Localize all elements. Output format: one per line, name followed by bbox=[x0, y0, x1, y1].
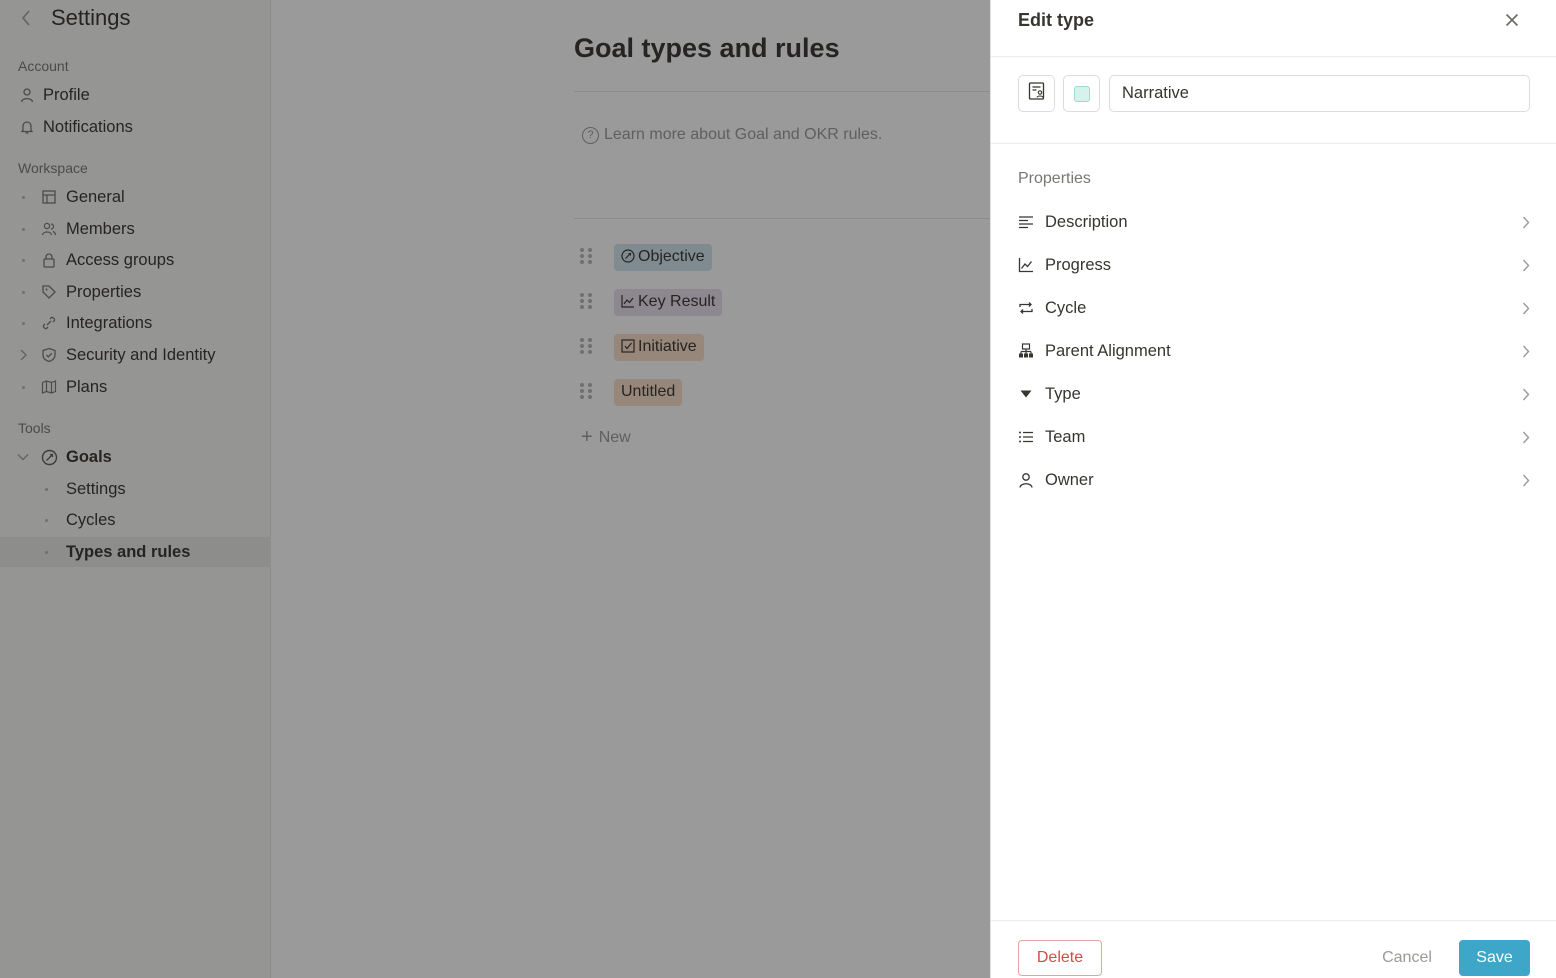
divider bbox=[991, 56, 1556, 57]
close-icon[interactable] bbox=[1500, 8, 1524, 32]
properties-heading: Properties bbox=[1018, 170, 1091, 187]
chevron-right-icon bbox=[1519, 301, 1533, 315]
property-row-team[interactable]: Team bbox=[1018, 420, 1533, 454]
property-label: Parent Alignment bbox=[1045, 341, 1171, 360]
delete-button[interactable]: Delete bbox=[1018, 940, 1102, 976]
panel-title: Edit type bbox=[1018, 10, 1095, 30]
property-row-description[interactable]: Description bbox=[1018, 205, 1533, 239]
chevron-right-icon bbox=[1519, 430, 1533, 444]
property-label: Description bbox=[1045, 212, 1128, 231]
hierarchy-icon bbox=[1018, 343, 1034, 359]
property-row-cycle[interactable]: Cycle bbox=[1018, 291, 1533, 325]
property-label: Owner bbox=[1045, 470, 1094, 489]
property-row-type[interactable]: Type bbox=[1018, 377, 1533, 411]
chevron-right-icon bbox=[1519, 258, 1533, 272]
type-icon-picker[interactable] bbox=[1018, 75, 1055, 112]
list-icon bbox=[1018, 429, 1034, 445]
chevron-right-icon bbox=[1519, 215, 1533, 229]
property-label: Team bbox=[1045, 427, 1086, 446]
document-person-icon bbox=[1027, 81, 1047, 106]
edit-type-panel: Edit type Properties Description Progres… bbox=[990, 0, 1556, 978]
color-picker-button[interactable] bbox=[1063, 75, 1100, 112]
chart-line-icon bbox=[1018, 257, 1034, 273]
property-row-progress[interactable]: Progress bbox=[1018, 248, 1533, 282]
color-swatch bbox=[1073, 85, 1090, 102]
property-label: Cycle bbox=[1045, 298, 1087, 317]
type-name-input[interactable] bbox=[1109, 75, 1530, 112]
divider bbox=[991, 143, 1556, 144]
property-row-parent-alignment[interactable]: Parent Alignment bbox=[1018, 334, 1533, 368]
person-icon bbox=[1018, 472, 1034, 488]
triangle-down-icon bbox=[1018, 386, 1034, 402]
repeat-icon bbox=[1018, 300, 1034, 316]
modal-overlay[interactable] bbox=[0, 0, 990, 978]
property-label: Progress bbox=[1045, 255, 1112, 274]
chevron-right-icon bbox=[1519, 473, 1533, 487]
property-label: Type bbox=[1045, 384, 1081, 403]
chevron-right-icon bbox=[1519, 344, 1533, 358]
divider bbox=[991, 920, 1556, 921]
text-align-icon bbox=[1018, 214, 1034, 230]
save-button[interactable]: Save bbox=[1459, 940, 1530, 976]
property-row-owner[interactable]: Owner bbox=[1018, 463, 1533, 497]
chevron-right-icon bbox=[1519, 387, 1533, 401]
cancel-button[interactable]: Cancel bbox=[1375, 940, 1439, 976]
